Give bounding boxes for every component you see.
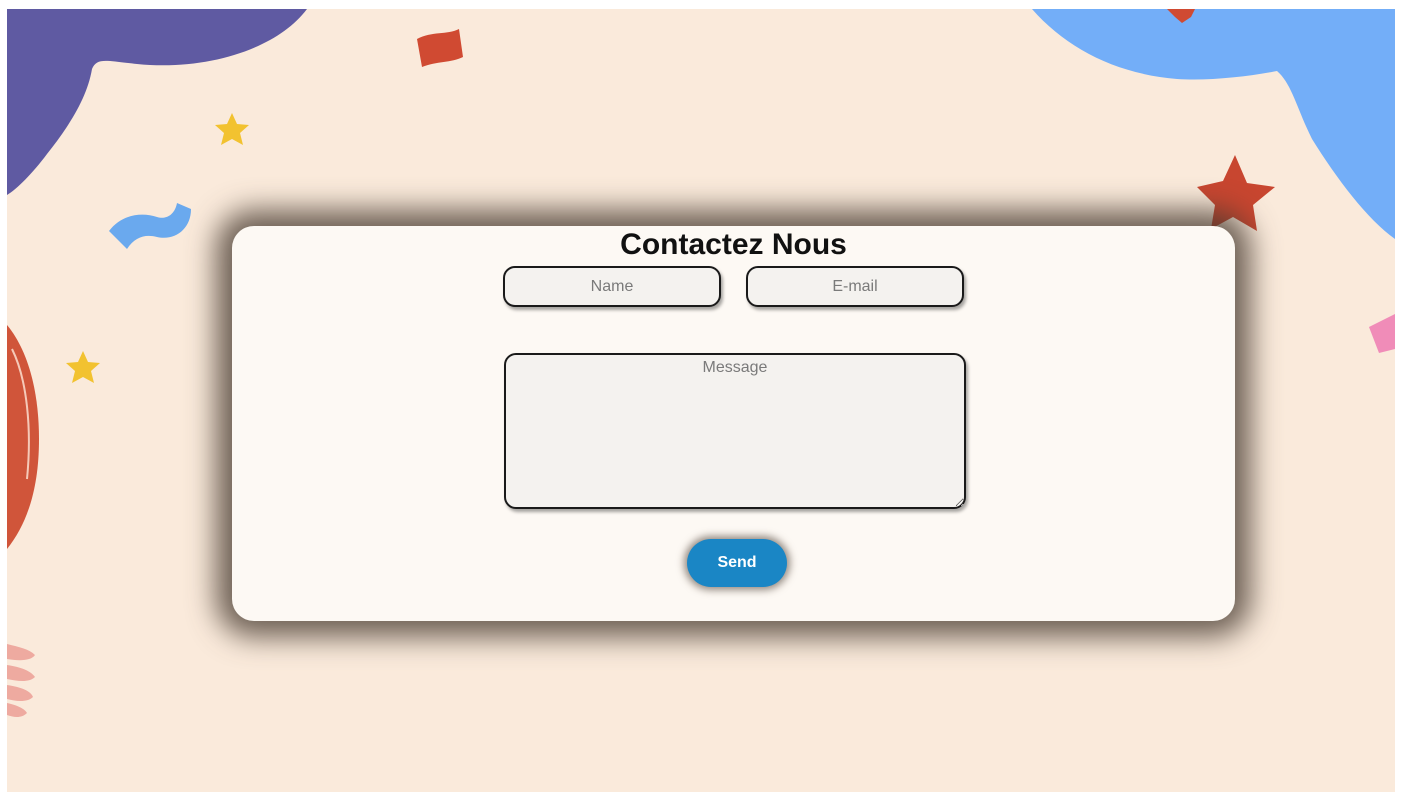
star-icon [215,113,249,145]
page-background: Contactez Nous Send [7,9,1395,792]
contact-form-card: Contactez Nous Send [232,226,1235,621]
squiggle-icon [109,203,191,249]
confetti-icon [1369,314,1395,353]
purple-blob-icon [7,9,307,195]
name-input[interactable] [503,266,721,307]
star-icon [1197,155,1275,231]
blue-blob-icon [1032,9,1395,239]
send-button[interactable]: Send [687,539,787,587]
page-title: Contactez Nous [620,228,847,261]
star-icon [66,351,100,383]
message-textarea[interactable] [504,353,966,509]
confetti-icon [417,29,463,67]
hand-icon [7,644,35,717]
email-input[interactable] [746,266,964,307]
balloon-icon [7,325,39,549]
